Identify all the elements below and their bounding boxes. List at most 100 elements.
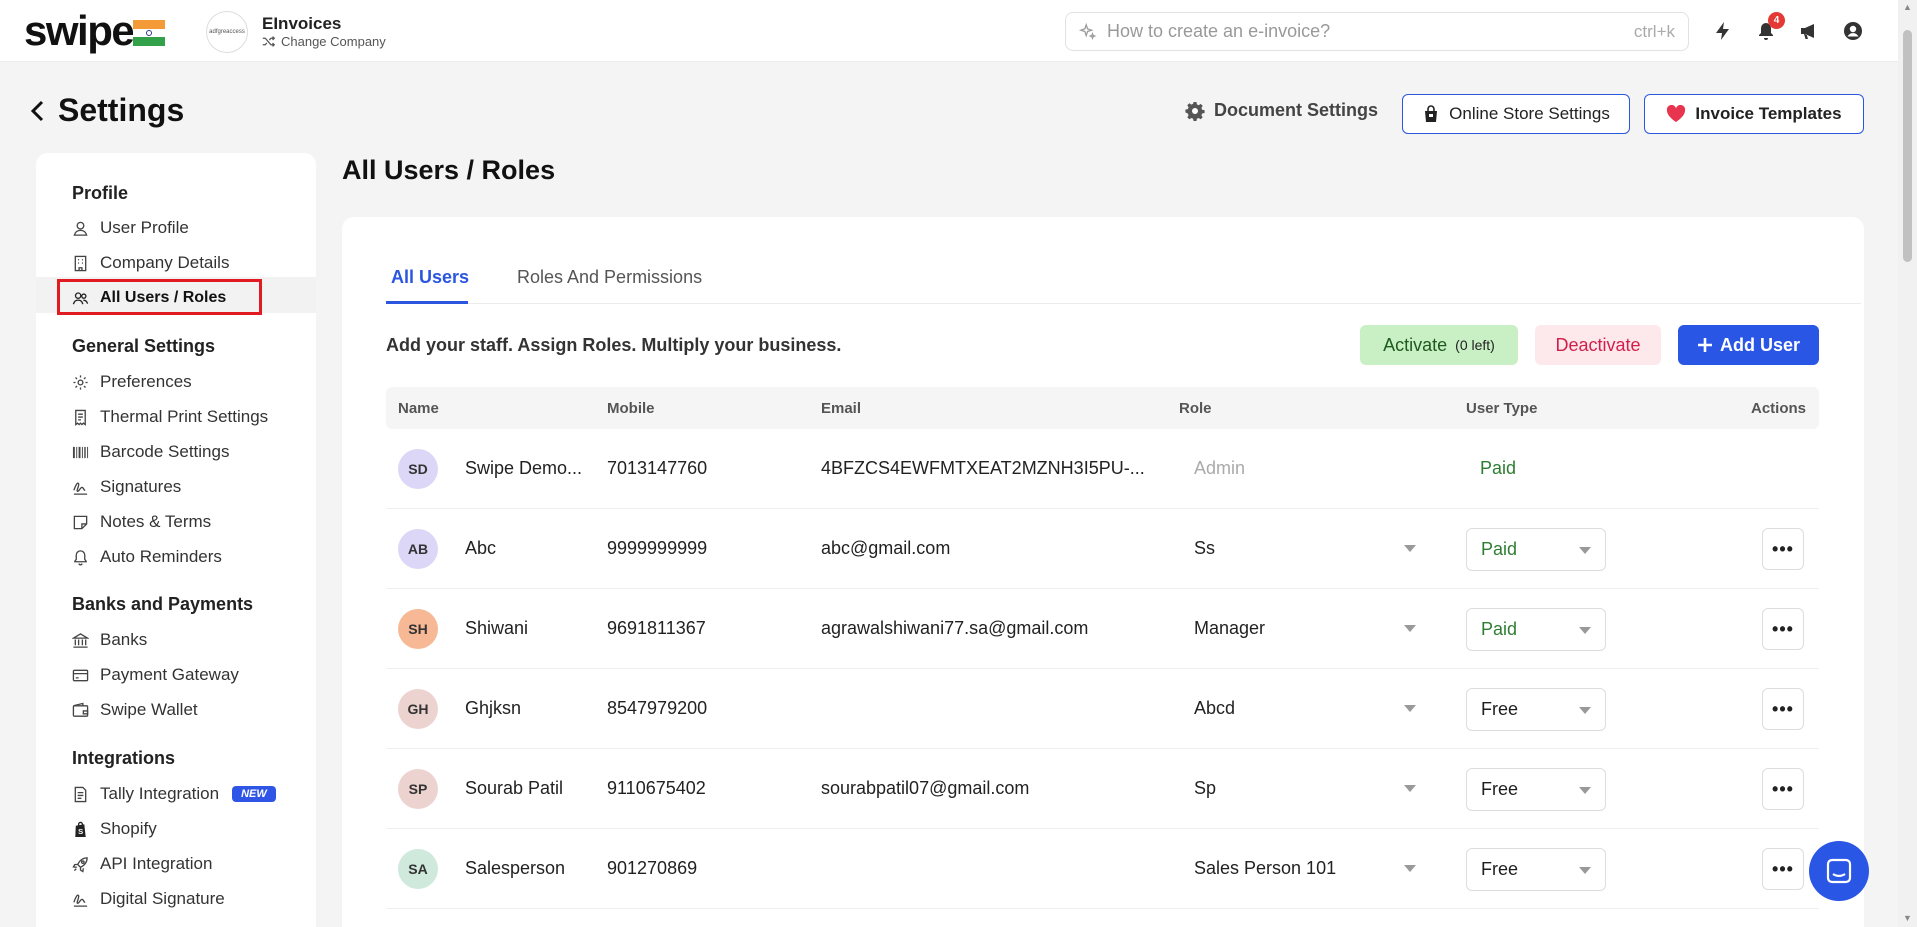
sidebar-item-shopify[interactable]: S Shopify xyxy=(72,816,157,842)
sidebar-item-digital-signature[interactable]: Digital Signature xyxy=(72,886,225,912)
avatar: GH xyxy=(398,689,438,729)
table-row[interactable]: SH Shiwani 9691811367 agrawalshiwani77.s… xyxy=(386,589,1819,669)
scroll-down-icon[interactable]: ▼ xyxy=(1902,913,1913,923)
tab-roles-permissions[interactable]: Roles And Permissions xyxy=(517,267,702,288)
scroll-up-icon[interactable]: ▲ xyxy=(1902,2,1913,12)
tab-all-users[interactable]: All Users xyxy=(391,267,469,288)
more-actions-button[interactable]: ••• xyxy=(1762,608,1804,650)
activate-button[interactable]: Activate (0 left) xyxy=(1360,325,1518,365)
sidebar-item-api-integration[interactable]: API Integration xyxy=(72,851,212,877)
role-select[interactable]: Ss xyxy=(1194,538,1215,559)
sidebar-item-swipe-wallet[interactable]: Swipe Wallet xyxy=(72,697,198,723)
more-actions-button[interactable]: ••• xyxy=(1762,768,1804,810)
table-row[interactable]: SD Swipe Demo... 7013147760 4BFZCS4EWFMT… xyxy=(386,429,1819,509)
role-select[interactable]: Sales Person 101 xyxy=(1194,858,1336,879)
user-type-select[interactable]: Free xyxy=(1466,688,1606,731)
chevron-down-icon[interactable] xyxy=(1404,785,1416,792)
sidebar-section-general-settings: General Settings xyxy=(72,336,216,356)
chevron-down-icon[interactable] xyxy=(1404,705,1416,712)
search-input[interactable]: How to create an e-invoice? ctrl+k xyxy=(1065,12,1689,51)
sidebar-item-user-profile[interactable]: User Profile xyxy=(72,215,189,241)
document-icon xyxy=(74,786,87,802)
table-header: Name Mobile Email Role User Type Actions xyxy=(386,387,1819,429)
bell-icon[interactable]: 4 xyxy=(1753,12,1785,44)
sidebar-section-banks-payments: Banks and Payments xyxy=(72,594,254,614)
table-row[interactable]: GH Ghjksn 8547979200 Abcd Free ••• xyxy=(386,669,1819,749)
svg-text:S: S xyxy=(78,827,83,836)
sidebar-item-label: Company Details xyxy=(100,253,230,272)
user-name: Ghjksn xyxy=(465,698,522,718)
swipe-logo[interactable]: swipe xyxy=(24,10,135,52)
chevron-down-icon[interactable] xyxy=(1404,865,1416,872)
chevron-down-icon[interactable] xyxy=(1404,545,1416,552)
user-type-select[interactable]: Free xyxy=(1466,768,1606,811)
page-title-text: Settings xyxy=(58,92,185,128)
back-arrow-icon[interactable] xyxy=(30,99,46,123)
more-actions-button[interactable]: ••• xyxy=(1762,688,1804,730)
user-name: Salesperson xyxy=(465,858,566,878)
sidebar-item-company-details[interactable]: Company Details xyxy=(72,250,229,276)
sidebar-item-label: Swipe Wallet xyxy=(100,700,198,719)
india-flag-icon xyxy=(133,20,165,46)
sidebar-item-banks[interactable]: Banks xyxy=(72,627,147,653)
bank-icon xyxy=(72,632,89,648)
role-select[interactable]: Manager xyxy=(1194,618,1265,639)
sidebar-item-label: Signatures xyxy=(100,477,182,496)
user-mobile: 9691811367 xyxy=(607,618,706,638)
user-name: Swipe Demo... xyxy=(465,458,583,478)
chevron-down-icon[interactable] xyxy=(1404,625,1416,632)
change-company-label: Change Company xyxy=(281,34,386,49)
invoice-templates-button[interactable]: Invoice Templates xyxy=(1644,94,1864,134)
sidebar-item-auto-reminders[interactable]: Auto Reminders xyxy=(72,544,222,570)
company-name[interactable]: EInvoices xyxy=(262,14,341,34)
lightning-icon[interactable] xyxy=(1710,18,1736,44)
sidebar-item-label: API Integration xyxy=(100,854,213,873)
scroll-thumb[interactable] xyxy=(1903,30,1912,262)
sidebar-item-signatures[interactable]: Signatures xyxy=(72,474,181,500)
user-mobile: 9110675402 xyxy=(607,778,706,798)
new-badge: NEW xyxy=(232,786,276,802)
sidebar-item-tally-integration[interactable]: Tally Integration NEW xyxy=(72,781,276,807)
building-icon xyxy=(74,255,87,271)
document-settings-label: Document Settings xyxy=(1214,100,1379,120)
user-type-select[interactable]: Paid xyxy=(1466,608,1606,651)
avatar: SP xyxy=(398,769,438,809)
table-row[interactable]: SA Salesperson 901270869 Sales Person 10… xyxy=(386,829,1819,909)
user-type-select[interactable]: Free xyxy=(1466,848,1606,891)
table-row[interactable]: AB Abc 9999999999 abc@gmail.com Ss Paid … xyxy=(386,509,1819,589)
sidebar-item-preferences[interactable]: Preferences xyxy=(72,369,192,395)
sidebar-item-notes-terms[interactable]: Notes & Terms xyxy=(72,509,211,535)
avatar: AB xyxy=(398,529,438,569)
sidebar-item-payment-gateway[interactable]: Payment Gateway xyxy=(72,662,239,688)
deactivate-button[interactable]: Deactivate xyxy=(1535,325,1661,365)
user-type-select[interactable]: Paid xyxy=(1466,528,1606,571)
sidebar-item-label: Tally Integration xyxy=(100,784,220,803)
more-actions-button[interactable]: ••• xyxy=(1762,528,1804,570)
change-company-link[interactable]: Change Company xyxy=(262,34,386,49)
chat-icon xyxy=(1826,858,1852,884)
activate-label: Activate xyxy=(1383,334,1448,355)
account-icon[interactable] xyxy=(1840,18,1866,44)
user-type-value: Free xyxy=(1481,859,1519,879)
chat-support-button[interactable] xyxy=(1809,841,1869,901)
sidebar-item-thermal-print-settings[interactable]: Thermal Print Settings xyxy=(72,404,268,430)
role-select[interactable]: Abcd xyxy=(1194,698,1235,719)
online-store-settings-button[interactable]: Online Store Settings xyxy=(1402,94,1630,134)
document-settings-button[interactable]: Document Settings xyxy=(1185,100,1378,121)
sidebar-item-label: Digital Signature xyxy=(100,889,225,908)
role-select[interactable]: Sp xyxy=(1194,778,1216,799)
sidebar-item-barcode-settings[interactable]: Barcode Settings xyxy=(72,439,229,465)
user-email: 4BFZCS4EWFMTXEAT2MZNH3I5PU-... xyxy=(821,458,1145,478)
table-row[interactable]: SP Sourab Patil 9110675402 sourabpatil07… xyxy=(386,749,1819,829)
sidebar-item-label: Shopify xyxy=(100,819,157,838)
bell-outline-icon xyxy=(74,549,87,565)
scrollbar[interactable]: ▲ ▼ xyxy=(1898,0,1917,927)
megaphone-icon[interactable] xyxy=(1796,18,1822,44)
user-name: Abc xyxy=(465,538,497,558)
signature-icon xyxy=(73,894,88,907)
sidebar-item-label: Payment Gateway xyxy=(100,665,239,684)
company-logo[interactable]: adfgreaccess xyxy=(206,11,248,53)
user-email: sourabpatil07@gmail.com xyxy=(821,778,1030,798)
more-actions-button[interactable]: ••• xyxy=(1762,848,1804,890)
add-user-button[interactable]: Add User xyxy=(1678,325,1819,365)
